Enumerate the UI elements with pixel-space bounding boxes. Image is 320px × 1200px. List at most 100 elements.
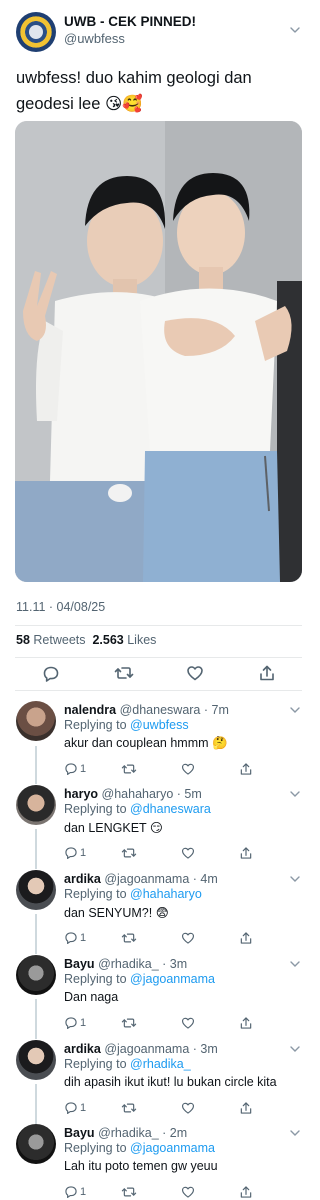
reply-button[interactable]: 1 (64, 931, 86, 945)
reply-actions: 1 (64, 1185, 264, 1199)
reply-author: nalendra @dhaneswara · 7m (64, 703, 229, 717)
reply-icon (65, 763, 77, 776)
heart-icon (181, 1186, 195, 1198)
share-button[interactable] (239, 846, 253, 860)
share-icon (240, 1017, 252, 1029)
share-icon (260, 665, 274, 681)
tweet-text: uwbfess! duo kahim geologi dan geodesi l… (16, 69, 252, 113)
retweet-button[interactable] (121, 1016, 137, 1030)
reply-handle-time: @jagoanmama · 4m (104, 872, 218, 886)
user-handle[interactable]: @uwbfess (64, 31, 125, 46)
share-icon (240, 1102, 252, 1114)
like-button[interactable] (181, 1101, 195, 1115)
like-button[interactable] (181, 762, 195, 776)
avatar[interactable] (16, 785, 56, 825)
share-button[interactable] (239, 762, 253, 776)
reply-button[interactable]: 1 (64, 762, 86, 776)
reply-text: Dan naga (64, 990, 119, 1004)
chevron-down-icon[interactable] (290, 876, 300, 882)
reply-handle-time: @rhadika_ · 3m (98, 957, 188, 971)
share-button[interactable] (239, 931, 253, 945)
retweet-button[interactable] (121, 1185, 137, 1199)
reply-actions: 1 (64, 846, 264, 860)
reply-actions: 1 (64, 931, 264, 945)
reply-author: Bayu @rhadika_ · 3m (64, 957, 188, 971)
avatar[interactable] (16, 870, 56, 910)
reply-button[interactable] (42, 664, 60, 684)
reply-button[interactable]: 1 (64, 846, 86, 860)
chevron-down-icon[interactable] (290, 791, 300, 797)
mention-link[interactable]: @jagoanmama (130, 972, 215, 986)
retweets-label[interactable]: Retweets (33, 633, 85, 647)
display-name[interactable]: UWB - CEK PINNED! (64, 14, 196, 29)
like-button[interactable] (181, 1016, 195, 1030)
avatar[interactable] (16, 1040, 56, 1080)
heart-icon (181, 1102, 195, 1114)
divider (15, 625, 302, 626)
like-button[interactable] (186, 664, 204, 682)
retweet-button[interactable] (114, 664, 134, 682)
reply-count: 1 (80, 1102, 87, 1114)
reply-actions: 1 (64, 1016, 264, 1030)
mention-link[interactable]: @rhadika_ (130, 1057, 191, 1071)
chevron-down-icon[interactable] (290, 1046, 300, 1052)
retweet-button[interactable] (121, 1101, 137, 1115)
reply-count: 1 (80, 932, 87, 944)
tweet-stats: 58 Retweets 2.563 Likes (16, 633, 156, 647)
mention-link[interactable]: @uwbfess (130, 718, 189, 732)
retweet-button[interactable] (121, 931, 137, 945)
mention-link[interactable]: @jagoanmama (130, 1141, 215, 1155)
chevron-down-icon[interactable] (290, 27, 300, 33)
mention-link[interactable]: @hahaharyo (130, 887, 202, 901)
reply-author: haryo @hahaharyo · 5m (64, 787, 202, 801)
replying-to: Replying to @uwbfess (64, 718, 189, 732)
share-button[interactable] (239, 1101, 253, 1115)
profile-avatar[interactable] (16, 12, 56, 52)
reply-handle-time: @hahaharyo · 5m (101, 787, 202, 801)
reply-actions: 1 (64, 1101, 264, 1115)
replying-to: Replying to @rhadika_ (64, 1057, 191, 1071)
retweets-count[interactable]: 58 (16, 633, 30, 647)
replying-to: Replying to @jagoanmama (64, 972, 215, 986)
like-button[interactable] (181, 931, 195, 945)
share-button[interactable] (239, 1016, 253, 1030)
share-button[interactable] (258, 664, 276, 682)
reply-count: 1 (80, 1186, 87, 1198)
reply-button[interactable]: 1 (64, 1185, 86, 1199)
chevron-down-icon[interactable] (290, 961, 300, 967)
reply-author: ardika @jagoanmama · 4m (64, 872, 218, 886)
heart-icon (181, 932, 195, 944)
reply-icon (65, 932, 77, 945)
mention-link[interactable]: @dhaneswara (130, 802, 211, 816)
reply-text: akur dan couplean hmmm 🤔 (64, 736, 228, 750)
reply-count: 1 (80, 847, 87, 859)
retweet-icon (114, 667, 134, 679)
like-button[interactable] (181, 846, 195, 860)
reply-button[interactable]: 1 (64, 1101, 86, 1115)
retweet-icon (121, 1018, 137, 1028)
avatar[interactable] (16, 955, 56, 995)
retweet-icon (121, 848, 137, 858)
reply-text: dih apasih ikut ikut! lu bukan circle ki… (64, 1075, 277, 1089)
reply-actions: 1 (64, 762, 264, 776)
retweet-button[interactable] (121, 762, 137, 776)
chevron-down-icon[interactable] (290, 1130, 300, 1136)
chevron-down-icon[interactable] (290, 707, 300, 713)
share-button[interactable] (239, 1185, 253, 1199)
reply-button[interactable]: 1 (64, 1016, 86, 1030)
share-icon (240, 763, 252, 775)
retweet-button[interactable] (121, 846, 137, 860)
like-button[interactable] (181, 1185, 195, 1199)
avatar[interactable] (16, 1124, 56, 1164)
likes-count[interactable]: 2.563 (92, 633, 123, 647)
reply-icon (65, 847, 77, 860)
tweet-photo[interactable] (15, 121, 302, 582)
likes-label[interactable]: Likes (127, 633, 156, 647)
avatar[interactable] (16, 701, 56, 741)
reply-handle-time: @dhaneswara · 7m (119, 703, 229, 717)
reply-handle-time: @rhadika_ · 2m (98, 1126, 188, 1140)
reply-handle-time: @jagoanmama · 3m (104, 1042, 218, 1056)
reply-text: dan LENGKET 😏 (64, 821, 163, 835)
thread-line (35, 829, 37, 869)
reply-icon (43, 666, 59, 682)
